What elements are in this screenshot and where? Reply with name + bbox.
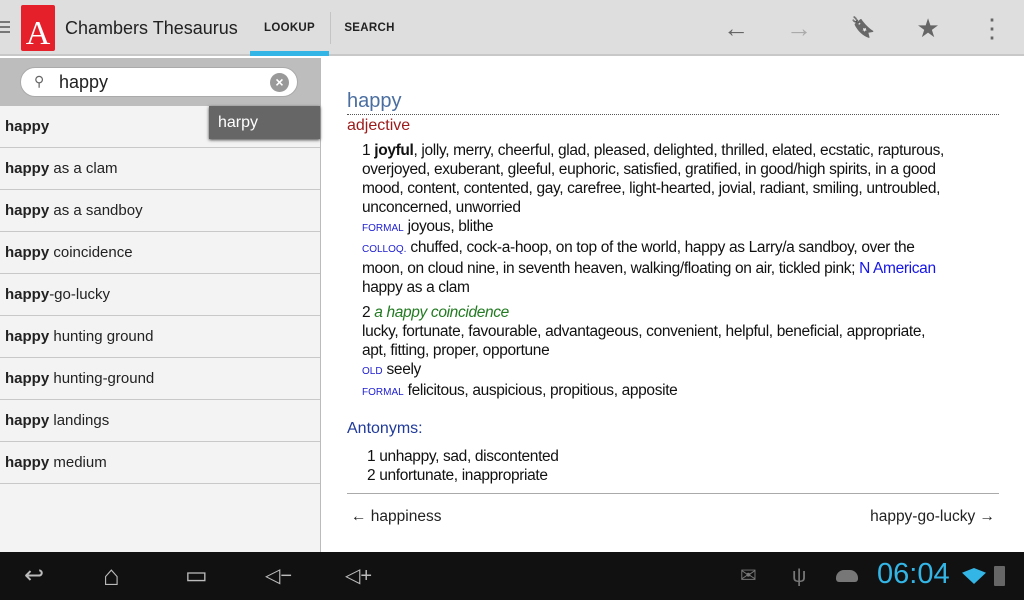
synonyms: felicitous, auspicious, propitious, appo… xyxy=(403,382,678,399)
synonyms: unconcerned, unworried xyxy=(362,199,521,216)
rest-text: -go-lucky xyxy=(49,286,111,303)
rest-text: medium xyxy=(49,454,107,471)
synonyms: lucky, fortunate, favourable, advantageo… xyxy=(362,323,926,340)
list-item[interactable]: happy coincidence xyxy=(0,232,320,274)
register-label: FORMAL xyxy=(362,223,404,234)
list-item[interactable]: happy-go-lucky xyxy=(0,274,320,316)
sense-number: 1 xyxy=(362,142,371,159)
part-of-speech: adjective xyxy=(347,117,411,134)
key-synonym: joyful xyxy=(374,142,414,159)
list-item[interactable]: happy as a sandboy xyxy=(0,190,320,232)
list-item[interactable]: happy hunting-ground xyxy=(0,358,320,400)
synonyms: apt, fitting, proper, opportune xyxy=(362,342,550,359)
rest-text: hunting ground xyxy=(49,328,154,345)
suggestion-popup[interactable]: harpy xyxy=(209,106,320,139)
rest-text: landings xyxy=(49,412,110,429)
region-label: N American xyxy=(859,260,936,277)
sense-1: 1 joyful, jolly, merry, cheerful, glad, … xyxy=(347,141,999,297)
volume-down-icon[interactable]: ◁− xyxy=(265,562,292,590)
register-label: OLD xyxy=(362,366,383,377)
search-bar: ⚲ × xyxy=(0,58,320,106)
forward-arrow-icon[interactable]: → xyxy=(783,12,815,44)
sense-number: 2 xyxy=(362,304,371,321)
tab-search[interactable]: SEARCH xyxy=(330,12,408,44)
antonym-line: 2 unfortunate, inappropriate xyxy=(367,467,548,484)
sense-2: 2 a happy coincidence lucky, fortunate, … xyxy=(347,303,999,402)
synonyms: , jolly, merry, cheerful, glad, pleased,… xyxy=(413,142,945,159)
back-arrow-icon[interactable]: ← xyxy=(720,12,752,44)
rest-text: hunting-ground xyxy=(49,370,155,387)
rest-text: coincidence xyxy=(49,244,133,261)
rest-text: as a sandboy xyxy=(49,202,143,219)
system-bar: ↩ ⌂ ▭ ◁− ◁+ ✉ ψ xyxy=(0,552,1024,600)
example: a happy coincidence xyxy=(374,304,509,321)
list-item[interactable]: happy medium xyxy=(0,442,320,484)
nav-home-icon[interactable]: ⌂ xyxy=(103,562,120,590)
word-list: happy happy as a clam happy as a sandboy ha… xyxy=(0,106,320,484)
volume-up-icon[interactable]: ◁+ xyxy=(345,562,372,590)
match-text: happy xyxy=(5,118,50,135)
register-label: COLLOQ. xyxy=(362,244,407,255)
previous-entry-link[interactable]: ← happiness xyxy=(351,508,441,526)
tab-lookup[interactable]: LOOKUP xyxy=(250,0,329,56)
app-logo: A xyxy=(21,5,55,52)
match-text: happy xyxy=(5,244,50,261)
action-bar: A Chambers Thesaurus LOOKUP SEARCH ← → 🔖… xyxy=(0,0,1024,56)
nav-back-icon[interactable]: ↩ xyxy=(24,562,44,590)
match-text: happy xyxy=(5,160,50,177)
android-debug-icon xyxy=(836,570,858,582)
clear-icon[interactable]: × xyxy=(270,73,289,92)
list-item[interactable]: happy landings xyxy=(0,400,320,442)
search-icon: ⚲ xyxy=(34,73,45,89)
synonyms: seely xyxy=(382,361,422,378)
overflow-menu-icon[interactable]: ⋮ xyxy=(976,12,1008,44)
list-item[interactable]: happy as a clam xyxy=(0,148,320,190)
usb-icon: ψ xyxy=(792,565,807,587)
synonyms: happy as a clam xyxy=(362,279,470,296)
headword: happy xyxy=(347,90,999,115)
clock: 06:04 xyxy=(877,558,950,590)
match-text: happy xyxy=(5,202,50,219)
synonyms: moon, on cloud nine, in seventh heaven, … xyxy=(362,260,860,277)
synonyms: joyous, blithe xyxy=(403,218,494,235)
register-label: FORMAL xyxy=(362,387,404,398)
synonyms: overjoyed, exuberant, gleeful, euphoric,… xyxy=(362,161,936,178)
entry-navigation: ← happiness happy-go-lucky → xyxy=(347,493,999,533)
battery-charging-icon xyxy=(994,566,1005,586)
wifi-icon xyxy=(962,568,986,584)
next-entry-link[interactable]: happy-go-lucky → xyxy=(870,508,995,526)
match-text: happy xyxy=(5,412,50,429)
search-box[interactable]: ⚲ × xyxy=(20,67,298,97)
entry-view: happy adjective 1 joyful, jolly, merry, … xyxy=(347,90,999,485)
match-text: happy xyxy=(5,454,50,471)
search-input[interactable] xyxy=(59,72,259,93)
star-icon[interactable]: ★ xyxy=(912,12,944,44)
match-text: happy xyxy=(5,286,50,303)
synonyms: chuffed, cock-a-hoop, on top of the worl… xyxy=(406,239,915,256)
antonyms-heading: Antonyms: xyxy=(347,420,423,437)
drawer-icon[interactable] xyxy=(0,21,10,36)
match-text: happy xyxy=(5,370,50,387)
antonyms: 1 unhappy, sad, discontented 2 unfortuna… xyxy=(347,447,999,485)
list-item[interactable]: happy hunting ground xyxy=(0,316,320,358)
match-text: happy xyxy=(5,328,50,345)
antonym-line: 1 unhappy, sad, discontented xyxy=(367,448,559,465)
gmail-icon: ✉ xyxy=(740,565,757,587)
app-title: Chambers Thesaurus xyxy=(65,18,238,38)
bookmark-icon[interactable]: 🔖 xyxy=(847,12,879,44)
synonyms: mood, content, contented, gay, carefree,… xyxy=(362,180,941,197)
nav-recents-icon[interactable]: ▭ xyxy=(185,562,208,590)
rest-text: as a clam xyxy=(49,160,118,177)
